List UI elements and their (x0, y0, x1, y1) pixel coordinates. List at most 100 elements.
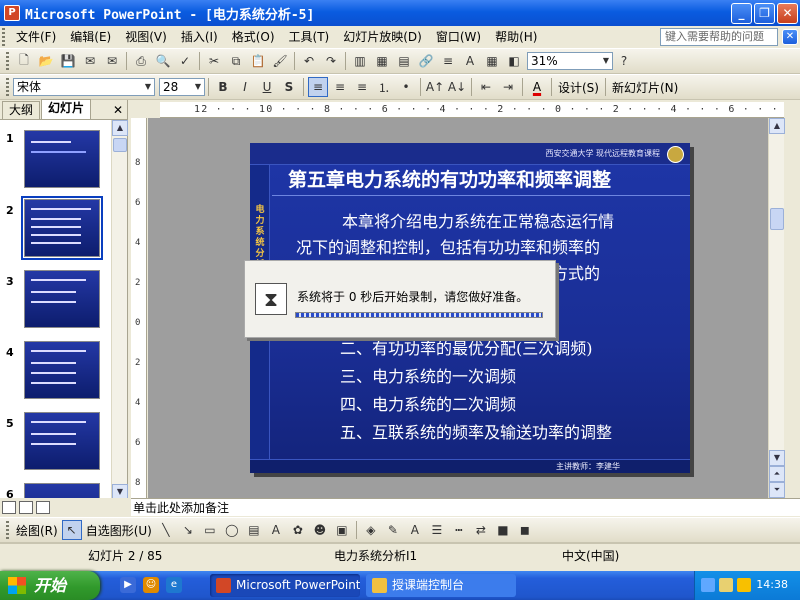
slide-title[interactable]: 第五章电力系统的有功功率和频率调整 (288, 165, 611, 192)
new-slide-button[interactable]: 新幻灯片(N) (609, 79, 681, 96)
redo-icon[interactable]: ↷ (321, 51, 341, 71)
print-icon[interactable]: ⎙ (131, 51, 151, 71)
internet-explorer-icon[interactable]: e (166, 577, 182, 593)
fill-color-icon[interactable]: ◈ (361, 520, 381, 540)
diagram-icon[interactable]: ✿ (288, 520, 308, 540)
expand-all-icon[interactable]: ≡ (438, 51, 458, 71)
line-style-icon[interactable]: ☰ (427, 520, 447, 540)
undo-icon[interactable]: ↶ (299, 51, 319, 71)
slideshow-view-icon[interactable] (36, 500, 50, 514)
italic-button[interactable]: I (235, 77, 255, 97)
ime-icon[interactable] (737, 578, 751, 592)
previous-slide-icon[interactable]: ⏶ (769, 466, 785, 482)
rectangle-icon[interactable]: ▭ (200, 520, 220, 540)
align-right-icon[interactable]: ≡ (352, 77, 372, 97)
show-formatting-icon[interactable]: A (460, 51, 480, 71)
dash-style-icon[interactable]: ┅ (449, 520, 469, 540)
bold-button[interactable]: B (213, 77, 233, 97)
insert-hyperlink-icon[interactable]: 🔗 (416, 51, 436, 71)
close-button[interactable]: ✕ (777, 2, 798, 24)
arrow-icon[interactable]: ↘ (178, 520, 198, 540)
paste-icon[interactable]: 📋 (248, 51, 268, 71)
underline-button[interactable]: U (257, 77, 277, 97)
copy-icon[interactable]: ⧉ (226, 51, 246, 71)
menu-window[interactable]: 窗口(W) (429, 27, 488, 47)
insert-chart-icon[interactable]: ▥ (350, 51, 370, 71)
menu-format[interactable]: 格式(O) (225, 27, 282, 47)
volume-icon[interactable] (719, 578, 733, 592)
wordart-icon[interactable]: A (266, 520, 286, 540)
textbox-icon[interactable]: ▤ (244, 520, 264, 540)
help-icon[interactable]: ? (614, 51, 634, 71)
align-center-icon[interactable]: ≡ (330, 77, 350, 97)
start-button[interactable]: 开始 (0, 571, 100, 600)
restore-button[interactable]: ❐ (754, 2, 775, 24)
slide-outline-list[interactable]: 二、有功功率的最优分配(三次调频) 三、电力系统的一次调频 四、电力系统的二次调… (340, 335, 612, 447)
task-console[interactable]: 授课端控制台 (366, 574, 516, 597)
clipart-icon[interactable]: ☻ (310, 520, 330, 540)
increase-font-icon[interactable]: A↑ (425, 77, 445, 97)
slide-thumbnail-3[interactable] (24, 270, 100, 328)
toolbar-grip[interactable] (6, 521, 9, 539)
slide-thumbnail-5[interactable] (24, 412, 100, 470)
slide-thumbnail-4[interactable] (24, 341, 100, 399)
align-left-icon[interactable]: ≡ (308, 77, 328, 97)
messenger-icon[interactable]: ☺ (143, 577, 159, 593)
menu-view[interactable]: 视图(V) (118, 27, 174, 47)
bullets-icon[interactable]: • (396, 77, 416, 97)
scroll-thumb[interactable] (770, 208, 784, 230)
save-icon[interactable]: 💾 (58, 51, 78, 71)
line-color-icon[interactable]: ✎ (383, 520, 403, 540)
notes-pane[interactable]: 单击此处添加备注 (131, 498, 800, 516)
open-icon[interactable]: 📂 (36, 51, 56, 71)
media-player-icon[interactable]: ▶ (120, 577, 136, 593)
slide-scrollbar[interactable]: ▲ ▼ ⏶ ⏷ (768, 118, 785, 498)
help-search-input[interactable]: 键入需要帮助的问题 (660, 28, 778, 46)
task-powerpoint[interactable]: Microsoft PowerPoint ... (210, 574, 360, 597)
doc-close-button[interactable]: ✕ (782, 29, 798, 45)
permission-icon[interactable]: ✉ (80, 51, 100, 71)
menu-help[interactable]: 帮助(H) (488, 27, 544, 47)
tab-slides[interactable]: 幻灯片 (41, 99, 92, 119)
cut-icon[interactable]: ✂ (204, 51, 224, 71)
panel-close-button[interactable]: ✕ (113, 101, 123, 119)
shadow-style-icon[interactable]: ■ (493, 520, 513, 540)
spelling-icon[interactable]: ✓ (175, 51, 195, 71)
arrow-style-icon[interactable]: ⇄ (471, 520, 491, 540)
scroll-up-icon[interactable]: ▲ (112, 120, 128, 136)
draw-menu-button[interactable]: 绘图(R) (13, 522, 61, 539)
oval-icon[interactable]: ◯ (222, 520, 242, 540)
toolbar-grip[interactable] (6, 52, 9, 70)
insert-table-icon[interactable]: ▦ (372, 51, 392, 71)
zoom-select[interactable]: 31% ▼ (527, 52, 613, 70)
3d-style-icon[interactable]: ◼ (515, 520, 535, 540)
decrease-indent-icon[interactable]: ⇤ (476, 77, 496, 97)
new-icon[interactable]: 🗋 (14, 51, 34, 71)
autoshapes-button[interactable]: 自选图形(U) (83, 522, 155, 539)
next-slide-icon[interactable]: ⏷ (769, 482, 785, 498)
increase-indent-icon[interactable]: ⇥ (498, 77, 518, 97)
slide-thumbnail-2[interactable] (21, 196, 103, 260)
tables-borders-icon[interactable]: ▤ (394, 51, 414, 71)
normal-view-icon[interactable] (2, 500, 16, 514)
menu-slideshow[interactable]: 幻灯片放映(D) (336, 27, 429, 47)
menu-grip[interactable] (2, 28, 5, 46)
decrease-font-icon[interactable]: A↓ (447, 77, 467, 97)
font-color-icon[interactable]: A (527, 77, 547, 97)
menu-edit[interactable]: 编辑(E) (63, 27, 118, 47)
font-size-select[interactable]: 28 ▼ (159, 78, 205, 96)
email-icon[interactable]: ✉ (102, 51, 122, 71)
numbering-icon[interactable]: ⒈ (374, 77, 394, 97)
toolbar-grip[interactable] (6, 78, 9, 96)
grid-icon[interactable]: ▦ (482, 51, 502, 71)
scroll-up-icon[interactable]: ▲ (769, 118, 785, 134)
design-button[interactable]: 设计(S) (555, 79, 602, 96)
format-painter-icon[interactable]: 🖌 (270, 51, 290, 71)
font-select[interactable]: 宋体 ▼ (13, 78, 155, 96)
menu-file[interactable]: 文件(F) (9, 27, 63, 47)
minimize-button[interactable]: _ (731, 2, 752, 24)
picture-icon[interactable]: ▣ (332, 520, 352, 540)
print-preview-icon[interactable]: 🔍 (153, 51, 173, 71)
color-grayscale-icon[interactable]: ◧ (504, 51, 524, 71)
shadow-button[interactable]: S (279, 77, 299, 97)
